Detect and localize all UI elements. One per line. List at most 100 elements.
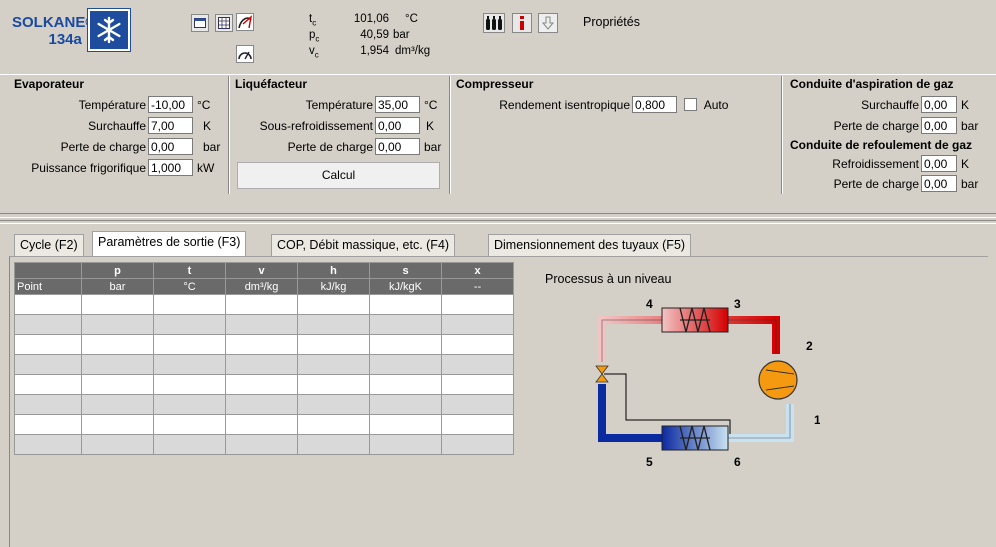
table-row[interactable] [14,414,514,435]
discharge-cooling-input[interactable]: 0,00 [921,155,957,172]
compressor-panel: Compresseur Rendement isentropique 0,800 … [452,76,783,194]
table-row[interactable] [14,394,514,415]
table-icon-button[interactable] [215,14,233,32]
state-label-1: 1 [814,413,820,427]
column-header: x [441,262,514,279]
diagram-icon-button[interactable] [236,13,254,31]
pipes-panel: Conduite d'aspiration de gaz Surchauffe 0… [784,76,984,194]
suction-superheat-input[interactable]: 0,00 [921,96,957,113]
cond-temperature-input[interactable]: 35,00 [375,96,420,113]
column-unit: dm³/kg [225,278,298,295]
critical-pressure: pc 40,59 bar [309,29,410,44]
compressor-efficiency-input[interactable]: 0,800 [632,96,677,113]
column-header [14,262,82,279]
condenser-title: Liquéfacteur [235,77,308,91]
suction-pressure-drop-label: Perte de charge [833,119,919,133]
suction-pressure-drop-input[interactable]: 0,00 [921,117,957,134]
unit-label: bar [424,140,442,154]
liquid-pipe [598,384,664,442]
discharge-cooling-label: Refroidissement [832,157,919,171]
separator [0,74,996,75]
cond-subcooling-label: Sous-refroidissement [259,119,373,133]
compressor-efficiency-label: Rendement isentropique [499,98,630,112]
table-row[interactable] [14,434,514,455]
column-unit: kJ/kgK [369,278,442,295]
column-header: s [369,262,442,279]
diagram-title: Processus à un niveau [545,272,672,286]
column-unit: kJ/kg [297,278,370,295]
column-unit: Point [14,278,82,295]
critical-data: tc 101,06 °C pc 40,59 bar vc 1,954 dm³/kg [309,11,430,59]
properties-label[interactable]: Propriétés [583,15,640,29]
tab-output-parameters[interactable]: Paramètres de sortie (F3) [92,231,247,257]
discharge-pressure-drop-label: Perte de charge [833,177,919,191]
state-label-4: 4 [646,297,653,311]
evap-superheat-label: Surchauffe [88,119,146,133]
unit-label: K [961,157,970,171]
info-icon-button[interactable] [512,13,532,33]
evap-power-label: Puissance frigorifique [31,161,146,175]
unit-label: K [426,119,435,133]
column-unit: bar [81,278,154,295]
compressor-title: Compresseur [456,77,534,91]
auto-label: Auto [703,98,729,112]
column-unit: °C [153,278,226,295]
evap-superheat-input[interactable]: 7,00 [148,117,193,134]
tab-pipe-sizing[interactable]: Dimensionnement des tuyaux (F5) [488,234,692,256]
table-row[interactable] [14,334,514,355]
column-header: h [297,262,370,279]
unit-label: bar [961,177,979,191]
critical-temperature: tc 101,06 °C [309,13,418,28]
column-header: p [81,262,154,279]
state-label-5: 5 [646,455,653,469]
evaporator-panel: Evaporateur Température -10,00 °C Surchauf… [10,76,230,194]
unit-label: bar [961,119,979,133]
arrow-down-icon-button[interactable] [538,13,558,33]
window-icon-button[interactable] [191,14,209,32]
critical-temperature-value: 101,06 [353,13,389,25]
evaporator-title: Evaporateur [14,77,85,91]
table-row[interactable] [14,354,514,375]
cycle-diagram: 1 2 3 4 5 6 [595,297,820,469]
splitter [0,220,996,224]
solkane-logo: SOLKANE® 134a [12,14,96,48]
state-label-2: 2 [806,339,813,353]
unit-label: °C [197,98,211,112]
evap-temperature-input[interactable]: -10,00 [148,96,193,113]
table-row[interactable] [14,374,514,395]
tab-cycle[interactable]: Cycle (F2) [14,234,84,256]
cond-subcooling-input[interactable]: 0,00 [375,117,420,134]
table-row[interactable] [14,314,514,335]
discharge-pressure-drop-input[interactable]: 0,00 [921,175,957,192]
state-label-3: 3 [734,297,741,311]
discharge-line-title: Conduite de refoulement de gaz [790,138,973,152]
evap-pressure-drop-label: Perte de charge [60,140,146,154]
suction-superheat-label: Surchauffe [861,98,919,112]
state-label-6: 6 [734,455,741,469]
calculate-button[interactable]: Calcul [237,162,440,189]
cylinders-icon-button[interactable] [483,13,505,33]
output-table: p t v h s x Point bar °C dm³/kg kJ/kg kJ… [14,262,514,455]
column-header: v [225,262,298,279]
splitter[interactable] [0,213,996,218]
compressor-icon [758,360,798,400]
suction-line-title: Conduite d'aspiration de gaz [790,77,954,91]
gauge-icon-button[interactable] [236,45,254,63]
evap-power-input[interactable]: 1,000 [148,159,193,176]
cond-pressure-drop-label: Perte de charge [287,140,373,154]
condenser-panel: Liquéfacteur Température 35,00 °C Sous-ref… [231,76,451,194]
auto-checkbox[interactable] [684,98,698,111]
evap-temperature-label: Température [78,98,146,112]
critical-volume: vc 1,954 dm³/kg [309,45,431,60]
table-units-row: Point bar °C dm³/kg kJ/kg kJ/kgK -- [14,278,514,295]
table-header-row: p t v h s x [14,262,514,279]
critical-pressure-value: 40,59 [360,29,389,41]
suction-pipe [728,404,794,442]
evap-pressure-drop-input[interactable]: 0,00 [148,138,193,155]
snowflake-icon [88,9,130,51]
column-unit: -- [441,278,514,295]
tab-cop[interactable]: COP, Débit massique, etc. (F4) [271,234,456,256]
cond-pressure-drop-input[interactable]: 0,00 [375,138,420,155]
unit-label: °C [424,98,438,112]
table-row[interactable] [14,294,514,315]
